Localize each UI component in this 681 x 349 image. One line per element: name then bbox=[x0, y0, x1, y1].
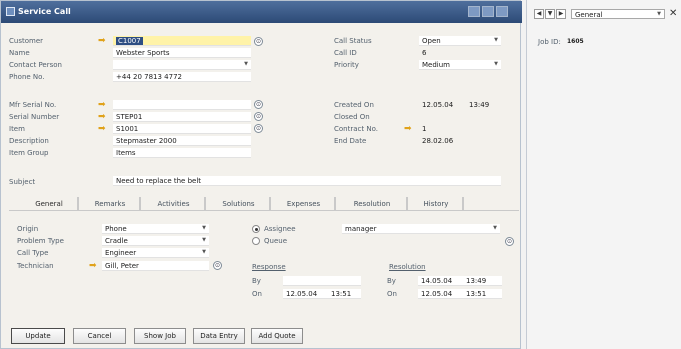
add-quote-button[interactable]: Add Quote bbox=[251, 328, 303, 344]
link-arrow-icon[interactable]: ➡ bbox=[98, 37, 109, 46]
resolution-on-field[interactable]: 12.05.04 13:51 bbox=[418, 289, 502, 299]
update-button[interactable]: Update bbox=[11, 328, 65, 344]
item-field[interactable]: S1001 bbox=[113, 124, 251, 134]
problem-type-label: Problem Type bbox=[17, 237, 64, 245]
call-id-label: Call ID bbox=[334, 49, 357, 57]
title-bar: Service Call bbox=[1, 1, 522, 23]
tab-resolution[interactable]: Resolution bbox=[338, 197, 408, 210]
origin-label: Origin bbox=[17, 225, 39, 233]
call-id-value: 6 bbox=[422, 49, 427, 57]
tab-history[interactable]: History bbox=[410, 197, 464, 210]
tab-remarks[interactable]: Remarks bbox=[81, 197, 141, 210]
close-button[interactable] bbox=[496, 6, 508, 17]
assignee-radio[interactable] bbox=[252, 225, 260, 233]
closed-on-label: Closed On bbox=[334, 113, 370, 121]
resolution-by-label: By bbox=[387, 277, 396, 285]
tab-activities[interactable]: Activities bbox=[143, 197, 206, 210]
mfr-serial-field[interactable] bbox=[113, 100, 251, 110]
contract-value: 1 bbox=[422, 125, 427, 133]
phone-field[interactable]: +44 20 7813 4772 bbox=[113, 72, 251, 82]
side-panel: ◀ ▼ ▶ General ✕ Job ID: 1605 bbox=[526, 0, 681, 349]
view-select[interactable]: General bbox=[571, 9, 665, 19]
contract-label: Contract No. bbox=[334, 125, 378, 133]
form-icon bbox=[6, 7, 15, 16]
priority-select[interactable]: Medium bbox=[419, 60, 501, 70]
next-icon[interactable]: ▶ bbox=[556, 9, 566, 19]
call-status-label: Call Status bbox=[334, 37, 372, 45]
lookup-icon[interactable]: ⊙ bbox=[254, 124, 263, 133]
lookup-icon[interactable]: ⊙ bbox=[254, 112, 263, 121]
maximize-button[interactable] bbox=[482, 6, 494, 17]
problem-type-select[interactable]: Cradle bbox=[102, 236, 209, 246]
description-field[interactable]: Stepmaster 2000 bbox=[113, 136, 251, 146]
contact-select[interactable] bbox=[113, 60, 251, 70]
item-label: Item bbox=[9, 125, 25, 133]
assignee-select[interactable]: manager bbox=[342, 224, 500, 234]
lookup-icon[interactable]: ⊙ bbox=[505, 237, 514, 246]
origin-select[interactable]: Phone bbox=[102, 224, 209, 234]
serial-number-field[interactable]: STEP01 bbox=[113, 112, 251, 122]
call-type-label: Call Type bbox=[17, 249, 49, 257]
tab-solutions[interactable]: Solutions bbox=[208, 197, 271, 210]
response-by-label: By bbox=[252, 277, 261, 285]
assignee-label: Assignee bbox=[264, 225, 296, 233]
response-on-field[interactable]: 12.05.04 13:51 bbox=[283, 289, 361, 299]
link-arrow-icon[interactable]: ➡ bbox=[89, 262, 100, 271]
item-group-field[interactable]: Items bbox=[113, 148, 251, 158]
technician-label: Technician bbox=[17, 262, 54, 270]
name-field[interactable]: Webster Sports bbox=[113, 48, 251, 58]
dropdown-icon[interactable]: ▼ bbox=[545, 9, 555, 19]
created-date: 12.05.04 bbox=[422, 101, 454, 109]
customer-field[interactable]: C1007 bbox=[113, 36, 251, 46]
tab-divider bbox=[9, 210, 519, 211]
mfr-serial-label: Mfr Serial No. bbox=[9, 101, 57, 109]
created-on-label: Created On bbox=[334, 101, 374, 109]
side-toolbar: ◀ ▼ ▶ General ✕ bbox=[527, 8, 681, 22]
technician-field[interactable]: Gill, Peter bbox=[102, 261, 209, 271]
call-type-select[interactable]: Engineer bbox=[102, 248, 209, 258]
link-arrow-icon[interactable]: ➡ bbox=[404, 125, 415, 134]
tab-general[interactable]: General bbox=[21, 197, 79, 210]
name-label: Name bbox=[9, 49, 30, 57]
data-entry-button[interactable]: Data Entry bbox=[193, 328, 245, 344]
response-by-field[interactable] bbox=[283, 276, 361, 286]
lookup-icon[interactable]: ⊙ bbox=[213, 261, 222, 270]
created-time: 13:49 bbox=[469, 101, 490, 109]
tab-expenses[interactable]: Expenses bbox=[273, 197, 336, 210]
lookup-icon[interactable]: ⊙ bbox=[254, 100, 263, 109]
lookup-icon[interactable]: ⊙ bbox=[254, 37, 263, 46]
resolution-by-field[interactable]: 14.05.04 13:49 bbox=[418, 276, 502, 286]
link-arrow-icon[interactable]: ➡ bbox=[98, 113, 109, 122]
response-on-label: On bbox=[252, 290, 262, 298]
link-arrow-icon[interactable]: ➡ bbox=[98, 125, 109, 134]
description-label: Description bbox=[9, 137, 49, 145]
call-status-select[interactable]: Open bbox=[419, 36, 501, 46]
item-group-label: Item Group bbox=[9, 149, 49, 157]
previous-icon[interactable]: ◀ bbox=[534, 9, 544, 19]
link-arrow-icon[interactable]: ➡ bbox=[98, 101, 109, 110]
minimize-button[interactable] bbox=[468, 6, 480, 17]
queue-label: Queue bbox=[264, 237, 287, 245]
queue-radio[interactable] bbox=[252, 237, 260, 245]
resolution-heading[interactable]: Resolution bbox=[389, 263, 426, 271]
show-job-button[interactable]: Show Job bbox=[134, 328, 186, 344]
response-heading[interactable]: Response bbox=[252, 263, 286, 271]
serial-number-label: Serial Number bbox=[9, 113, 60, 121]
resolution-on-label: On bbox=[387, 290, 397, 298]
subject-field[interactable]: Need to replace the belt bbox=[113, 176, 501, 186]
job-id-value: 1605 bbox=[567, 38, 584, 45]
contact-label: Contact Person bbox=[9, 61, 62, 69]
window-title: Service Call bbox=[18, 7, 71, 16]
close-icon[interactable]: ✕ bbox=[669, 8, 677, 19]
end-date-value: 28.02.06 bbox=[422, 137, 454, 145]
phone-label: Phone No. bbox=[9, 73, 45, 81]
subject-label: Subject bbox=[9, 178, 36, 186]
cancel-button[interactable]: Cancel bbox=[73, 328, 126, 344]
service-call-window: Service Call Customer ➡ C1007 ⊙ Name Web… bbox=[0, 0, 522, 349]
job-id-label: Job ID: bbox=[538, 38, 561, 46]
end-date-label: End Date bbox=[334, 137, 367, 145]
customer-label: Customer bbox=[9, 37, 44, 45]
priority-label: Priority bbox=[334, 61, 359, 69]
